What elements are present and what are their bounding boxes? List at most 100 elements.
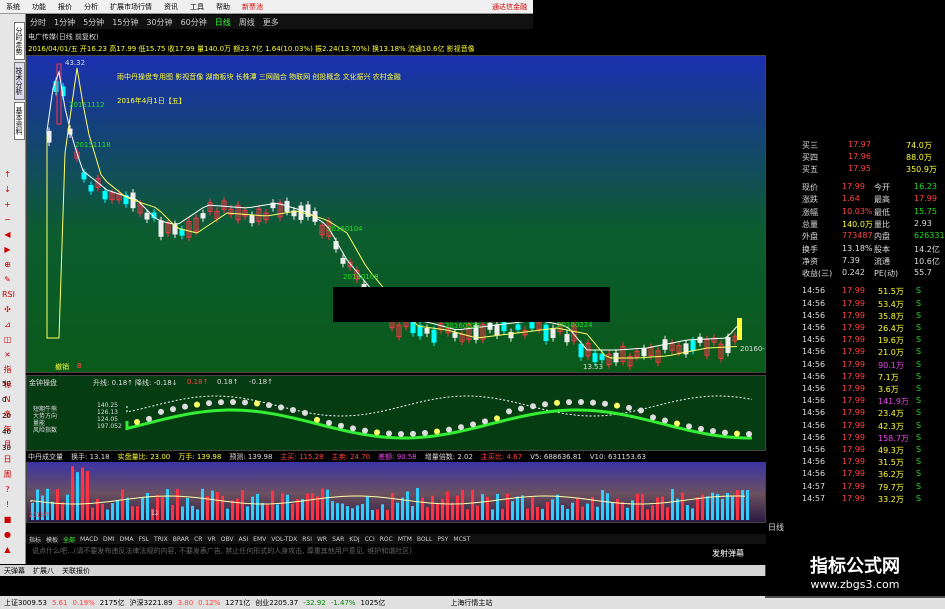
account-label[interactable]: 通达信金融 <box>486 2 533 12</box>
left-tool-button[interactable]: × <box>2 349 13 360</box>
menu-item-quote[interactable]: 报价 <box>52 2 78 12</box>
comment-input[interactable]: 说点什么吧...(请不要发布违反法律法规的内容, 不要发表广告, 禁止任何形式的… <box>26 545 766 557</box>
tick-direction: S <box>916 371 922 381</box>
indicator-tab[interactable]: ROC <box>380 536 393 543</box>
indicator-tab[interactable]: FSL <box>139 536 150 543</box>
tab-intraday[interactable]: 分时走势 <box>14 22 25 60</box>
station-label[interactable]: 上海行情主站 <box>450 598 492 608</box>
indicator-tab[interactable]: OBV <box>221 536 234 543</box>
indicator-tab[interactable]: BOLL <box>417 536 432 543</box>
left-tool-button[interactable]: ▶ <box>2 244 13 255</box>
indicator-tab[interactable]: KDJ <box>349 536 359 543</box>
period-60min[interactable]: 60分钟 <box>177 17 211 28</box>
left-tool-button[interactable]: ● <box>2 529 13 540</box>
left-tool-button[interactable]: ✣ <box>2 304 13 315</box>
volume-bar <box>521 495 524 520</box>
bottom-tab-danmaku[interactable]: 天弹幕 <box>4 566 25 576</box>
indicator-tab[interactable]: 指标 <box>29 535 41 544</box>
hs-index[interactable]: 沪深3221.89 <box>130 598 173 608</box>
indicator-tab[interactable]: MTM <box>398 536 412 543</box>
menu-item-extended-market[interactable]: 扩展市场行情 <box>104 2 158 12</box>
orderbook-row[interactable]: 买四 17.96 88.0万 <box>766 152 945 164</box>
left-tool-button[interactable]: 周 <box>2 469 13 480</box>
sh-index[interactable]: 上证3009.53 <box>4 598 47 608</box>
left-tool-button[interactable]: RSI <box>2 289 15 300</box>
left-tool-button[interactable]: 指 <box>2 364 13 375</box>
left-tool-button[interactable]: ■ <box>2 514 13 525</box>
volume-bar <box>311 493 314 520</box>
left-tool-button[interactable]: − <box>2 214 13 225</box>
stat-label: 总量 <box>802 219 818 229</box>
indicator-panel-gold[interactable]: 金钟操盘 升线: 0.18↑ 降线: -0.18↓ 0.18↑ 0.18↑ -0… <box>26 375 766 451</box>
period-1min[interactable]: 1分钟 <box>50 17 79 28</box>
left-tool-button[interactable]: ! <box>2 499 13 510</box>
stat-label-right: 量比 <box>874 219 890 229</box>
bottom-tab-extended[interactable]: 扩展八 <box>33 566 54 576</box>
volume-bar <box>126 497 129 520</box>
volume-bar <box>201 488 204 520</box>
period-30min[interactable]: 30分钟 <box>142 17 176 28</box>
volume-bar <box>121 489 124 520</box>
indicator-tab[interactable]: 模板 <box>46 535 58 544</box>
cancel-tag[interactable]: 撤销 <box>55 362 69 372</box>
indicator-dot <box>746 430 752 437</box>
fall-line-value: 降线: -0.18↓ <box>135 379 178 387</box>
indicator-tab[interactable]: VR <box>207 536 215 543</box>
indicator-dot <box>170 406 176 413</box>
left-tool-button[interactable]: 日 <box>2 454 13 465</box>
menu-item-system[interactable]: 系统 <box>0 2 26 12</box>
indicator-tab[interactable]: VOL-TDX <box>271 536 297 543</box>
indicator-tab[interactable]: SAR <box>332 536 344 543</box>
indicator-tab[interactable]: ASI <box>238 536 248 543</box>
tab-fundamental[interactable]: 基本资料 <box>14 102 25 140</box>
menu-item-function[interactable]: 功能 <box>26 2 52 12</box>
indicator-tab[interactable]: EMV <box>253 536 266 543</box>
left-tool-button[interactable]: ▲ <box>2 544 13 555</box>
menu-item-help[interactable]: 帮助 <box>210 2 236 12</box>
left-tool-button[interactable]: ◀ <box>2 229 13 240</box>
main-buy-ratio: 主买比: 4.67 <box>480 452 523 461</box>
candlestick-chart[interactable]: 雨中丹操盘专用图 影视音像 湖南板块 长株潭 三网融合 物联网 创投概念 文化振… <box>26 55 766 373</box>
period-more[interactable]: 更多 <box>259 17 283 28</box>
indicator-tab[interactable]: MCST <box>453 536 470 543</box>
menu-item-stock-pool[interactable]: 新票池 <box>236 2 269 12</box>
indicator-tab[interactable]: DMI <box>103 536 115 543</box>
tick-price: 17.99 <box>842 384 865 393</box>
indicator-tab[interactable]: PSY <box>437 536 448 543</box>
tab-technical[interactable]: 技术分析 <box>14 62 25 100</box>
period-weekly[interactable]: 周线 <box>235 17 259 28</box>
indicator-tab[interactable]: 全部 <box>63 535 75 544</box>
period-daily[interactable]: 日线 <box>211 17 235 28</box>
danmaku-send-button[interactable]: 发射弹幕 <box>712 548 744 559</box>
volume-bar <box>366 496 369 520</box>
period-intraday[interactable]: 分时 <box>26 17 50 28</box>
left-tool-button[interactable]: ↓ <box>2 184 13 195</box>
menu-item-analysis[interactable]: 分析 <box>78 2 104 12</box>
left-tool-button[interactable]: ⊿ <box>2 319 13 330</box>
left-tool-button[interactable]: ? <box>2 484 13 495</box>
orderbook-row[interactable]: 买三 17.97 74.0万 <box>766 140 945 152</box>
indicator-tab[interactable]: WR <box>317 536 327 543</box>
period-5min[interactable]: 5分钟 <box>79 17 108 28</box>
period-15min[interactable]: 15分钟 <box>108 17 142 28</box>
menu-item-news[interactable]: 资讯 <box>158 2 184 12</box>
left-tool-button[interactable]: ◫ <box>2 334 13 345</box>
indicator-tab[interactable]: RSI <box>302 536 312 543</box>
menu-item-tools[interactable]: 工具 <box>184 2 210 12</box>
left-tool-button[interactable]: ✎ <box>2 274 13 285</box>
left-tool-button[interactable]: ↑ <box>2 169 13 180</box>
candle-body <box>158 220 164 237</box>
indicator-tab[interactable]: DMA <box>120 536 134 543</box>
stat-label-right: 最低 <box>874 207 890 217</box>
bottom-tab-related[interactable]: 关联报价 <box>62 566 90 576</box>
indicator-tab[interactable]: MACD <box>80 536 98 543</box>
orderbook-row[interactable]: 买五 17.95 350.9万 <box>766 164 945 176</box>
indicator-tab[interactable]: TRIX <box>154 536 168 543</box>
indicator-tab[interactable]: BRAR <box>173 536 189 543</box>
cy-index[interactable]: 创业2205.37 <box>255 598 298 608</box>
left-tool-button[interactable]: + <box>2 199 13 210</box>
indicator-tab[interactable]: CCI <box>365 536 375 543</box>
indicator-tab[interactable]: CR <box>194 536 202 543</box>
left-tool-button[interactable]: ⊕ <box>2 259 13 270</box>
volume-bar <box>431 495 434 520</box>
